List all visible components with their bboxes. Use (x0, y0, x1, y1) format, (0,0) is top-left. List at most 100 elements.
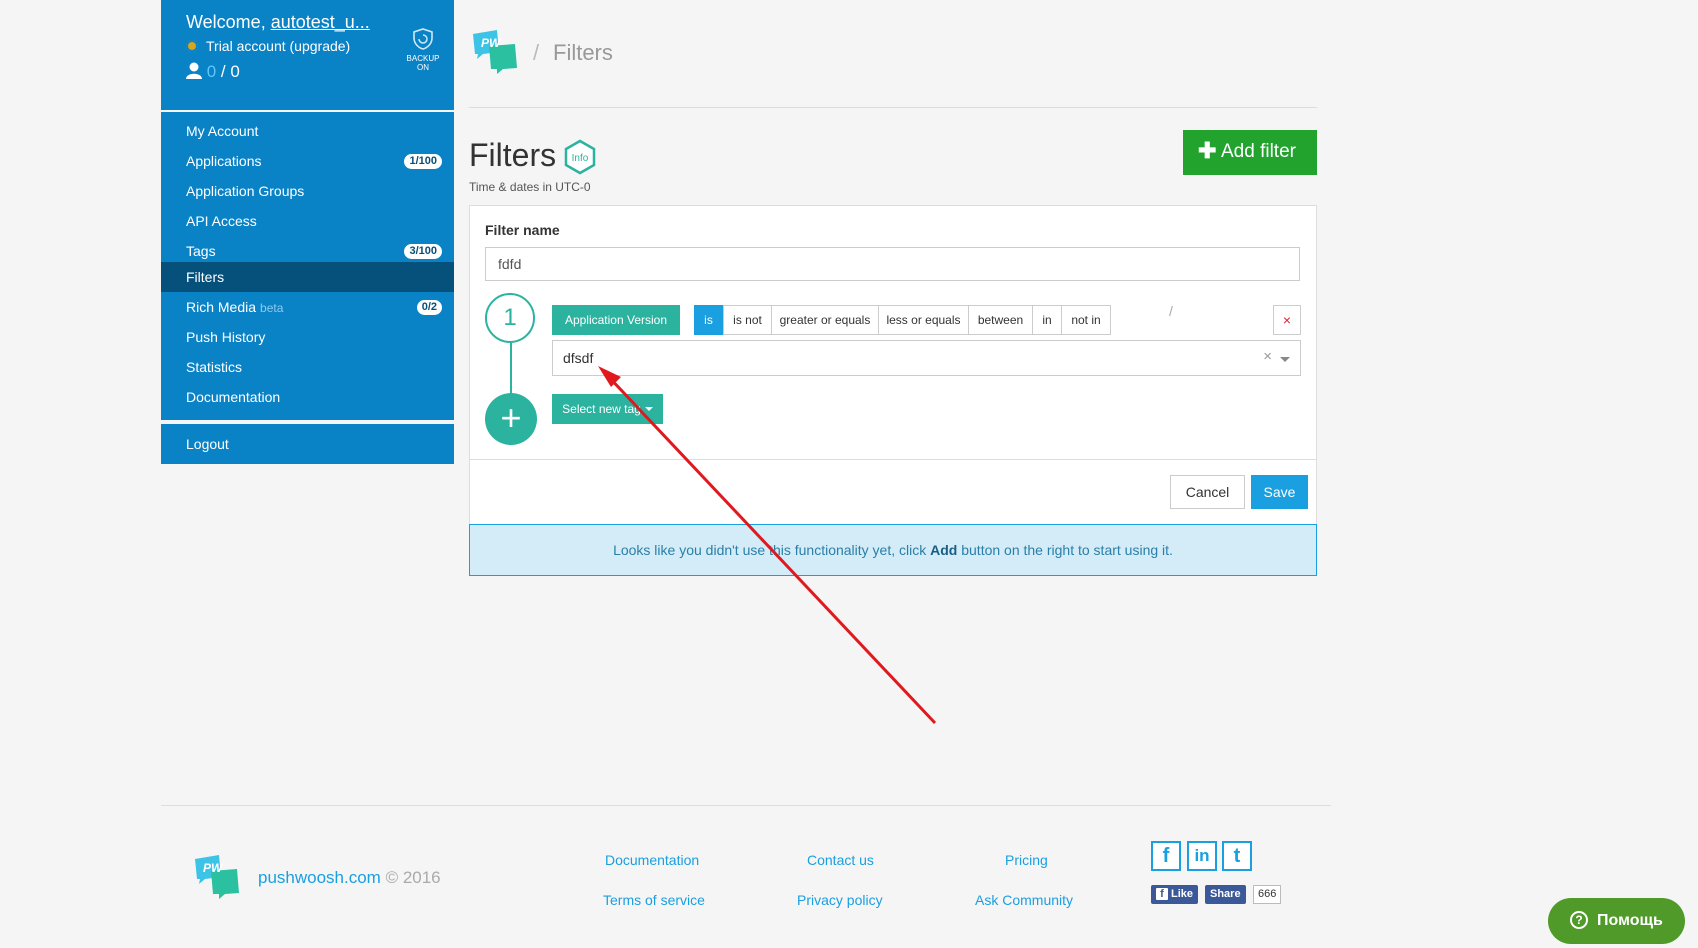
breadcrumb-separator: / (533, 40, 540, 65)
welcome-text: Welcome, autotest_u... (186, 12, 370, 33)
beta-label: beta (260, 301, 284, 315)
sidebar-item-documentation[interactable]: Documentation (161, 382, 454, 412)
operator-greater-or-equals[interactable]: greater or equals (771, 305, 879, 335)
star-icon (186, 40, 198, 52)
facebook-icon[interactable]: f (1151, 841, 1181, 871)
logo-letter-p: PW (203, 861, 224, 875)
operator-separator: / (1169, 303, 1173, 319)
operator-not-in[interactable]: not in (1061, 305, 1111, 335)
sidebar-menu: My Account Applications 1/100 Applicatio… (161, 112, 454, 420)
info-label: Info (572, 153, 589, 164)
welcome-prefix: Welcome, (186, 12, 271, 32)
users-total: / 0 (216, 62, 240, 81)
header-divider (469, 107, 1317, 108)
user-icon (186, 62, 202, 79)
pushwoosh-logo-icon[interactable]: PW (469, 28, 521, 76)
linkedin-icon[interactable]: in (1187, 841, 1217, 871)
sidebar-item-my-account[interactable]: My Account (161, 116, 454, 146)
add-filter-button[interactable]: ✚ Add filter (1183, 130, 1317, 175)
count-badge: 0/2 (416, 300, 442, 315)
timezone-note: Time & dates in UTC-0 (469, 180, 591, 194)
sidebar-item-push-history[interactable]: Push History (161, 322, 454, 352)
tag-select-button[interactable]: Application Version (552, 305, 680, 352)
alert-text-before: Looks like you didn't use this functiona… (613, 542, 931, 558)
sidebar-item-label: Application Groups (186, 183, 305, 199)
empty-state-alert: Looks like you didn't use this functiona… (469, 524, 1317, 576)
chevron-down-icon (644, 407, 653, 411)
footer-link-community[interactable]: Ask Community (975, 892, 1073, 908)
facebook-like-button[interactable]: f Like (1151, 885, 1199, 904)
sidebar-item-label: Filters (186, 269, 225, 285)
clear-icon[interactable]: × (1263, 348, 1272, 365)
sidebar-item-statistics[interactable]: Statistics (161, 352, 454, 382)
rich-media-label: Rich Media (186, 299, 257, 315)
filter-name-label: Filter name (485, 222, 560, 238)
sidebar-item-rich-media[interactable]: Rich Media beta 0/2 (161, 292, 454, 322)
operator-is-not[interactable]: is not (723, 305, 772, 335)
sidebar-item-application-groups[interactable]: Application Groups (161, 176, 454, 206)
logo-letter-p: PW (481, 36, 502, 50)
remove-condition-button[interactable]: × (1273, 305, 1301, 335)
footer-link-contact[interactable]: Contact us (807, 852, 874, 868)
info-icon[interactable]: Info (562, 139, 598, 175)
operator-in[interactable]: in (1032, 305, 1062, 335)
chevron-down-icon[interactable] (1280, 357, 1290, 362)
sidebar-item-applications[interactable]: Applications 1/100 (161, 146, 454, 176)
users-count: 0 / 0 (186, 62, 240, 82)
operator-less-or-equals[interactable]: less or equals (878, 305, 969, 335)
shield-icon (413, 28, 433, 50)
twitter-icon[interactable]: t (1222, 841, 1252, 871)
logout-label: Logout (186, 436, 229, 452)
sidebar-item-filters[interactable]: Filters (161, 262, 454, 292)
save-button[interactable]: Save (1251, 475, 1308, 509)
selected-value: dfsdf (563, 350, 594, 366)
alert-text-after: button on the right to start using it. (957, 542, 1173, 558)
question-icon: ? (1570, 911, 1588, 929)
operator-between[interactable]: between (968, 305, 1033, 335)
trial-label: Trial account (upgrade) (206, 38, 351, 54)
sidebar-item-label: Documentation (186, 389, 281, 405)
form-divider (470, 459, 1316, 460)
brand-link[interactable]: pushwoosh.com (258, 868, 381, 887)
like-label: Like (1171, 888, 1194, 900)
footer-link-documentation[interactable]: Documentation (605, 852, 699, 868)
plus-icon: + (500, 397, 522, 438)
sidebar-item-label: Push History (186, 329, 266, 345)
footer-link-terms[interactable]: Terms of service (603, 892, 705, 908)
backup-line2: ON (417, 63, 429, 72)
sidebar-item-label: Applications (186, 153, 262, 169)
copyright: © 2016 (380, 868, 441, 887)
cancel-button[interactable]: Cancel (1170, 475, 1245, 509)
facebook-share-button[interactable]: Share (1205, 885, 1246, 904)
help-button[interactable]: ? Помощь (1548, 898, 1685, 944)
users-active: 0 (206, 62, 217, 81)
operator-is[interactable]: is (694, 305, 723, 335)
page-title: Filters (469, 137, 557, 173)
sidebar-item-label: My Account (186, 123, 259, 139)
step-connector (510, 343, 512, 397)
sidebar-item-label: API Access (186, 213, 257, 229)
sidebar-item-api-access[interactable]: API Access (161, 206, 454, 236)
footer-divider (161, 805, 1331, 806)
account-panel: Welcome, autotest_u... Trial account (up… (161, 0, 454, 110)
sidebar-item-label: Statistics (186, 359, 243, 375)
plus-icon: ✚ (1198, 138, 1217, 163)
footer-brand: pushwoosh.com © 2016 (258, 868, 441, 888)
pushwoosh-logo-icon[interactable]: PW (191, 853, 243, 901)
count-badge: 3/100 (404, 244, 442, 259)
tag-value-select[interactable]: dfsdf × (552, 340, 1301, 376)
footer-link-privacy[interactable]: Privacy policy (797, 892, 883, 908)
share-count: 666 (1253, 885, 1282, 904)
breadcrumb: Filters (553, 40, 613, 65)
tag-select-label: Application Version (564, 313, 668, 327)
trial-status[interactable]: Trial account (upgrade) (186, 38, 350, 54)
footer-link-pricing[interactable]: Pricing (1005, 852, 1048, 868)
backup-line1: BACKUP (406, 54, 440, 63)
facebook-icon: f (1156, 888, 1168, 900)
logout-button[interactable]: Logout (161, 424, 454, 464)
add-condition-button[interactable]: + (485, 393, 537, 445)
select-new-tag-button[interactable]: Select new tag (552, 394, 663, 424)
username-link[interactable]: autotest_u... (271, 12, 370, 32)
filter-name-input[interactable] (485, 247, 1300, 281)
backup-status[interactable]: BACKUP ON (403, 28, 443, 72)
